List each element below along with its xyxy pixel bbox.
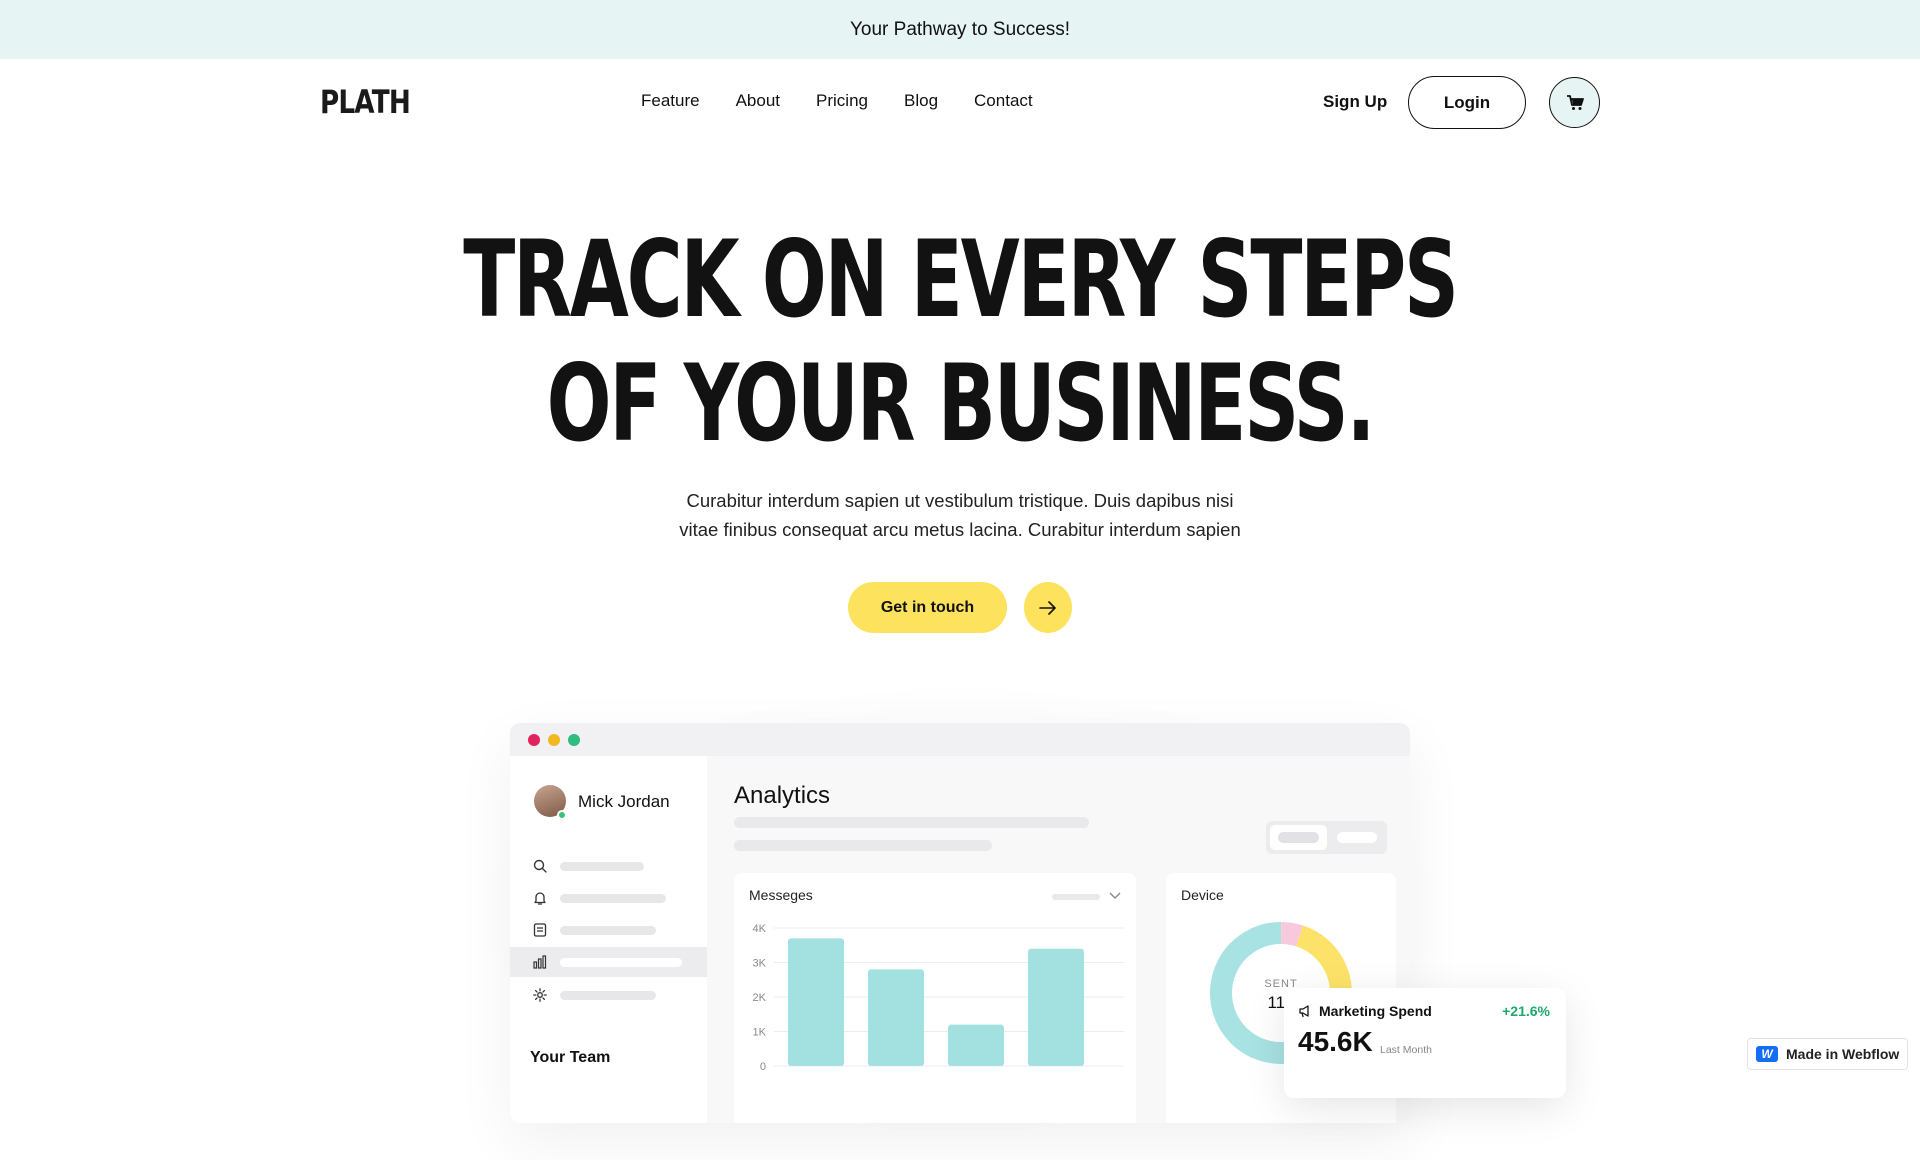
cart-icon <box>1566 94 1584 110</box>
get-in-touch-button[interactable]: Get in touch <box>848 582 1007 633</box>
bar <box>1028 948 1084 1066</box>
bar <box>868 969 924 1066</box>
y-tick-label: 0 <box>760 1061 766 1073</box>
subtitle-placeholder <box>734 817 1089 828</box>
sidebar-item-placeholder <box>560 894 666 903</box>
cta-arrow-button[interactable] <box>1024 582 1072 633</box>
nav-item-contact[interactable]: Contact <box>974 91 1033 111</box>
brand-logo[interactable]: PLATH <box>320 83 411 121</box>
y-tick-label: 2K <box>753 992 767 1004</box>
window-titlebar <box>510 723 1410 756</box>
sidebar-item-settings[interactable] <box>510 980 707 1010</box>
bell-icon <box>534 892 546 905</box>
gear-icon <box>533 988 547 1002</box>
hero-title-line-1: TRACK ON EVERY STEPS <box>463 218 1459 341</box>
chart-icon <box>533 955 547 969</box>
sidebar-item-analytics[interactable] <box>510 947 707 977</box>
online-status-dot <box>557 810 567 820</box>
cart-button[interactable] <box>1549 77 1600 128</box>
made-in-webflow-badge[interactable]: W Made in Webflow <box>1747 1038 1908 1070</box>
marketing-spend-value: 45.6K <box>1298 1026 1373 1057</box>
arrow-right-icon <box>1039 600 1056 615</box>
navbar: PLATH Feature About Pricing Blog Contact… <box>0 59 1920 147</box>
sidebar-item-placeholder <box>560 958 682 967</box>
login-button[interactable]: Login <box>1408 76 1526 129</box>
marketing-spend-delta: +21.6% <box>1502 1003 1550 1019</box>
dashboard-sidebar: Mick Jordan Your Team <box>510 756 707 1123</box>
y-tick-label: 1K <box>753 1027 767 1039</box>
nav-item-feature[interactable]: Feature <box>641 91 700 111</box>
sign-up-link[interactable]: Sign Up <box>1323 92 1387 112</box>
nav-menu: Feature About Pricing Blog Contact <box>641 91 1033 111</box>
toggle-option-placeholder <box>1278 832 1319 843</box>
messages-bar-chart: 0 1K 2K 3K 4K <box>753 923 1124 1073</box>
nav-item-blog[interactable]: Blog <box>904 91 938 111</box>
hero-title: TRACK ON EVERY STEPS OF YOUR BUSINESS. <box>0 218 1920 466</box>
bar <box>948 1024 1004 1066</box>
subtitle-placeholder <box>734 840 992 851</box>
sidebar-item-placeholder <box>560 862 644 871</box>
window-minimize-dot <box>548 734 560 746</box>
hero-subtitle-line-2: vitae finibus consequat arcu metus lacin… <box>679 519 1241 540</box>
dashboard-window: Mick Jordan Your Team Analytics Messeges… <box>510 723 1410 1123</box>
messages-card: Messeges 0 1K 2K 3K 4K <box>734 873 1136 1123</box>
bar <box>788 938 844 1066</box>
sidebar-item-notifications[interactable] <box>510 883 707 913</box>
megaphone-icon <box>1299 1005 1309 1018</box>
search-icon <box>533 859 547 873</box>
team-section-label: Your Team <box>530 1049 611 1066</box>
hero-subtitle-line-1: Curabitur interdum sapien ut vestibulum … <box>686 490 1234 511</box>
nav-item-about[interactable]: About <box>736 91 780 111</box>
user-name: Mick Jordan <box>578 792 670 811</box>
marketing-spend-title: Marketing Spend <box>1319 1003 1432 1019</box>
nav-item-pricing[interactable]: Pricing <box>816 91 868 111</box>
sidebar-item-placeholder <box>560 926 656 935</box>
y-tick-label: 4K <box>753 923 767 935</box>
announcement-bar: Your Pathway to Success! <box>0 0 1920 59</box>
webflow-logo-icon: W <box>1756 1046 1778 1062</box>
announcement-text: Your Pathway to Success! <box>849 18 1071 40</box>
sidebar-item-placeholder <box>560 991 656 1000</box>
webflow-badge-label: Made in Webflow <box>1786 1046 1900 1062</box>
window-maximize-dot <box>568 734 580 746</box>
sidebar-item-documents[interactable] <box>510 915 707 945</box>
toggle-option-placeholder <box>1337 832 1377 843</box>
y-tick-label: 3K <box>753 958 767 970</box>
hero-subtitle: Curabitur interdum sapien ut vestibulum … <box>640 486 1280 544</box>
window-close-dot <box>528 734 540 746</box>
device-card-title: Device <box>1181 887 1224 903</box>
view-toggle[interactable] <box>1266 821 1387 854</box>
sidebar-item-search[interactable] <box>510 851 707 881</box>
hero-title-line-2: OF YOUR BUSINESS. <box>546 342 1376 465</box>
marketing-spend-period: Last Month <box>1380 1044 1432 1056</box>
analytics-title: Analytics <box>734 782 831 809</box>
marketing-spend-card: Marketing Spend +21.6% 45.6K Last Month <box>1284 988 1566 1098</box>
document-icon <box>533 923 547 937</box>
